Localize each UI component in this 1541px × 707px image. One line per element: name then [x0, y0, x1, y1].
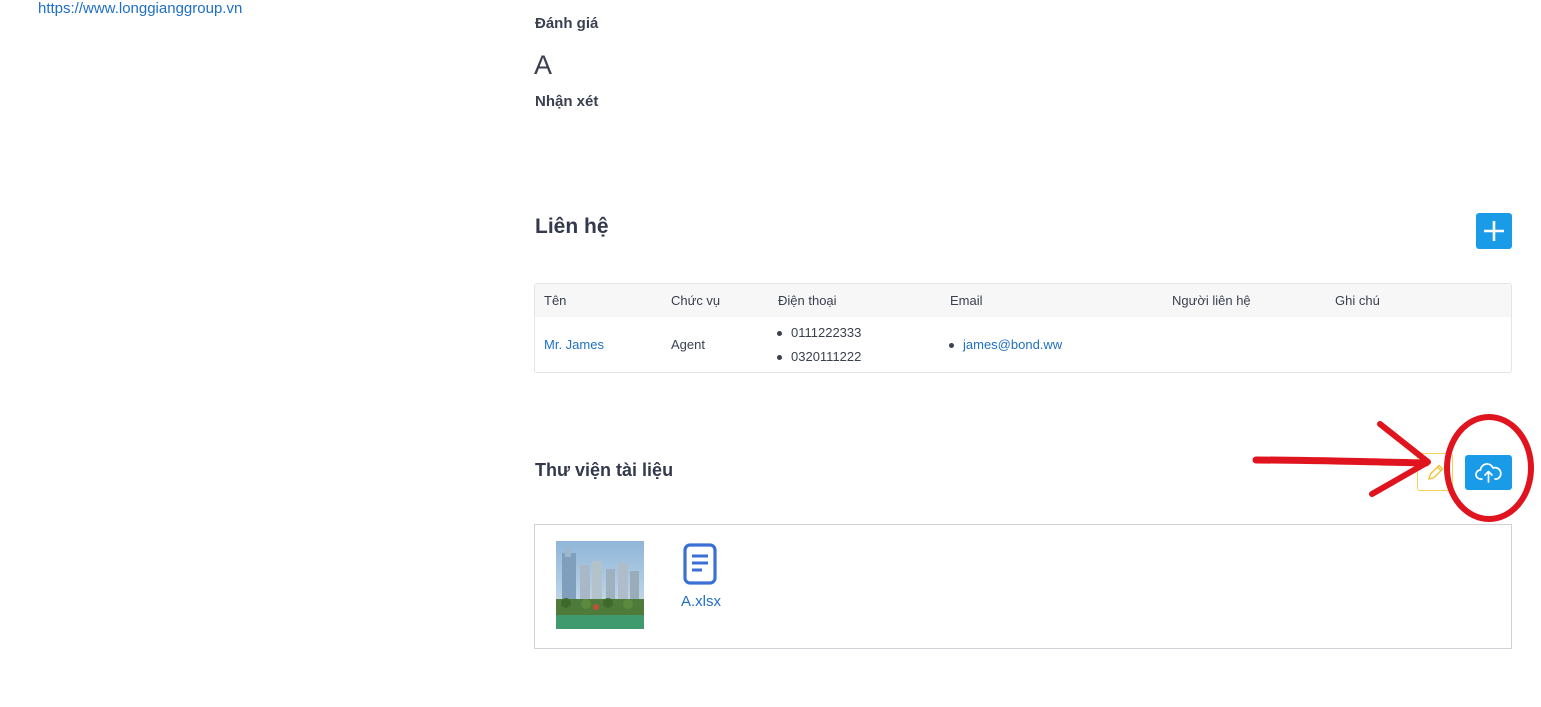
upload-document-button[interactable]: [1465, 455, 1512, 490]
edit-library-button[interactable]: [1417, 453, 1453, 491]
column-header-position: Chức vụ: [671, 293, 721, 308]
company-website-link[interactable]: https://www.longgianggroup.vn: [38, 0, 242, 17]
document-icon[interactable]: [681, 542, 721, 587]
plus-icon: [1484, 221, 1504, 241]
column-header-phone: Điện thoại: [778, 293, 837, 308]
column-header-name: Tên: [544, 293, 567, 308]
contacts-title: Liên hệ: [535, 215, 609, 238]
building-photo-thumbnail[interactable]: [556, 541, 644, 629]
contacts-table: Tên Chức vụ Điện thoại Email Người liên …: [534, 283, 1512, 373]
column-header-email: Email: [950, 293, 983, 308]
comment-label: Nhận xét: [535, 93, 599, 110]
library-title: Thư viện tài liệu: [535, 460, 674, 480]
column-header-note: Ghi chú: [1335, 293, 1380, 308]
contact-phone: 0111222333: [776, 325, 862, 340]
contact-phone: 0320111222: [776, 349, 862, 364]
add-contact-button[interactable]: [1476, 213, 1512, 249]
document-file-link[interactable]: A.xlsx: [681, 593, 721, 610]
rating-value: A: [534, 50, 553, 80]
contact-email-link[interactable]: james@bond.ww: [948, 337, 1062, 352]
cloud-upload-icon: [1475, 463, 1502, 483]
contact-name-link[interactable]: Mr. James: [544, 337, 604, 352]
rating-label: Đánh giá: [535, 15, 599, 32]
column-header-contact-person: Người liên hệ: [1172, 293, 1251, 308]
contact-position: Agent: [671, 337, 705, 352]
pencil-icon: [1427, 464, 1444, 481]
table-header: Tên Chức vụ Điện thoại Email Người liên …: [535, 284, 1511, 317]
